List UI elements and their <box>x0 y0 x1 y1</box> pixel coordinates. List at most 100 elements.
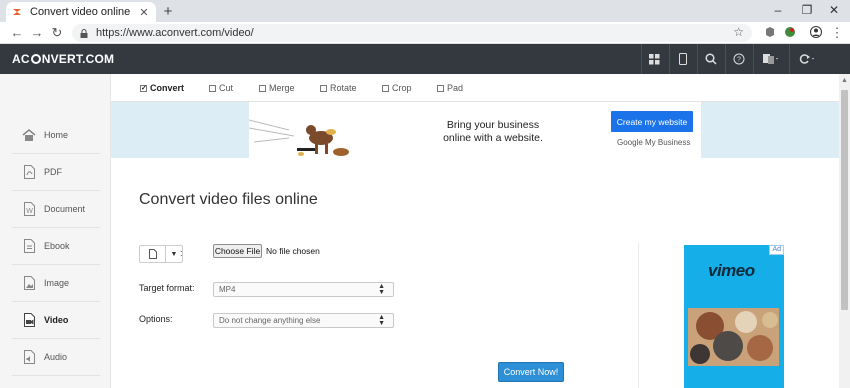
convert-now-button[interactable]: Convert Now! <box>498 362 564 382</box>
content-divider <box>638 243 639 388</box>
sidebar-item-label: Video <box>44 315 69 325</box>
checkbox-icon <box>259 84 266 92</box>
checkbox-checked-icon: ✓ <box>140 84 147 92</box>
ad-headline-line1: Bring your business <box>446 119 540 131</box>
page-title: Convert video files online <box>139 191 318 208</box>
refresh-icon <box>799 54 814 64</box>
vimeo-side-ad[interactable]: Ad vimeo <box>684 245 784 388</box>
tab-label: Convert <box>150 83 185 93</box>
browser-menu-icon[interactable]: ⋮ <box>830 25 844 41</box>
extension-green-icon[interactable] <box>784 26 796 38</box>
search-icon <box>704 53 717 65</box>
help-icon: ? <box>733 53 744 65</box>
browser-tab-strip: Convert video online ✕ + – ❐ ✕ <box>0 0 850 22</box>
sidebar-item-ebook[interactable]: Ebook <box>12 228 100 265</box>
category-sidebar: Home PDF W Document Ebook Image Video Au… <box>0 74 111 388</box>
forward-icon[interactable]: → <box>30 25 44 40</box>
choose-file-button[interactable]: Choose File <box>213 244 262 258</box>
url-text: https://www.aconvert.com/video/ <box>96 27 254 39</box>
site-logo[interactable]: AC NVERT.COM <box>12 52 114 66</box>
sidebar-item-label: Audio <box>44 352 68 362</box>
target-format-value: MP4 <box>219 285 236 294</box>
tab-merge[interactable]: Merge <box>259 83 295 93</box>
tool-tabs: ✓ Convert Cut Merge Rotate Crop Pad <box>111 74 839 102</box>
checkbox-icon <box>437 84 444 92</box>
file-status: No file chosen <box>266 246 320 256</box>
language-icon <box>762 54 778 64</box>
ad-choices-badge[interactable]: Ad <box>769 245 784 255</box>
sidebar-item-pdf[interactable]: PDF <box>12 154 100 191</box>
options-label: Options: <box>139 314 173 324</box>
sidebar-item-label: Image <box>44 278 70 288</box>
dog-illustration-icon <box>249 119 349 156</box>
tab-close-icon[interactable]: ✕ <box>138 6 150 19</box>
document-icon: W <box>22 202 36 217</box>
mobile-view-button[interactable] <box>669 44 695 74</box>
tab-crop[interactable]: Crop <box>382 83 412 93</box>
logo-ring-icon <box>30 54 41 64</box>
tab-cut[interactable]: Cut <box>209 83 233 93</box>
reload-icon[interactable]: ↻ <box>50 25 64 41</box>
site-header: AC NVERT.COM ? <box>0 44 850 74</box>
home-icon <box>22 128 36 143</box>
logo-prefix: AC <box>12 52 30 66</box>
scrollbar-thumb[interactable] <box>841 90 848 310</box>
target-format-select[interactable]: MP4 ▲ ▼ <box>213 282 394 297</box>
extension-icon[interactable] <box>764 26 776 38</box>
tab-label: Rotate <box>330 83 357 93</box>
new-tab-icon[interactable]: + <box>160 3 176 20</box>
tab-title: Convert video online <box>30 6 131 18</box>
sidebar-item-image[interactable]: Image <box>12 265 100 302</box>
file-colon: : <box>180 248 183 258</box>
sidebar-item-audio[interactable]: Audio <box>12 339 100 376</box>
search-button[interactable] <box>697 44 723 74</box>
browser-tab[interactable]: Convert video online ✕ <box>6 2 156 22</box>
bookmark-star-icon[interactable]: ☆ <box>733 25 744 39</box>
audio-icon <box>22 350 36 365</box>
restore-icon[interactable]: ❐ <box>799 3 815 17</box>
refresh-menu-button[interactable] <box>789 44 823 74</box>
sidebar-item-label: Ebook <box>44 241 70 251</box>
checkbox-icon <box>209 84 216 92</box>
ad-headline: Bring your business online with a websit… <box>433 119 553 145</box>
create-website-button[interactable]: Create my website <box>611 111 693 132</box>
tab-pad[interactable]: Pad <box>437 83 463 93</box>
sidebar-item-label: PDF <box>44 167 62 177</box>
tab-label: Cut <box>219 83 234 93</box>
sidebar-item-document[interactable]: W Document <box>12 191 100 228</box>
help-button[interactable]: ? <box>725 44 751 74</box>
sidebar-item-video[interactable]: Video <box>12 302 100 339</box>
svg-text:W: W <box>26 208 33 215</box>
ad-banner-band: Bring your business online with a websit… <box>111 102 839 158</box>
ad-headline-line2: online with a website. <box>443 132 543 144</box>
vimeo-logo: vimeo <box>708 261 755 280</box>
profile-icon[interactable] <box>810 26 822 38</box>
site-favicon-icon <box>13 9 21 15</box>
window-close-icon[interactable]: ✕ <box>826 3 842 17</box>
file-icon <box>140 246 166 262</box>
tab-rotate[interactable]: Rotate <box>320 83 357 93</box>
tab-label: Pad <box>447 83 464 93</box>
address-bar[interactable]: https://www.aconvert.com/video/ ☆ <box>72 24 752 42</box>
back-icon[interactable]: ← <box>10 25 24 40</box>
tab-label: Merge <box>269 83 295 93</box>
options-value: Do not change anything else <box>219 316 321 325</box>
google-ad[interactable]: Bring your business online with a websit… <box>249 102 701 158</box>
minimize-icon[interactable]: – <box>770 3 786 17</box>
tab-convert[interactable]: ✓ Convert <box>140 83 184 93</box>
target-format-label: Target format: <box>139 283 195 293</box>
grid-menu-button[interactable] <box>641 44 667 74</box>
svg-text:?: ? <box>737 57 741 64</box>
browser-toolbar: ← → ↻ https://www.aconvert.com/video/ ☆ … <box>0 22 850 44</box>
language-menu-button[interactable] <box>753 44 787 74</box>
scroll-up-icon[interactable]: ▲ <box>841 77 848 84</box>
video-icon <box>22 313 36 328</box>
options-select[interactable]: Do not change anything else ▲ ▼ <box>213 313 394 328</box>
file-source-dropdown[interactable]: ▼ <box>139 245 183 263</box>
sidebar-item-home[interactable]: Home <box>12 117 100 154</box>
page-scrollbar[interactable]: ▲ <box>839 74 850 388</box>
sidebar-item-label: Home <box>44 130 69 140</box>
grid-icon <box>649 53 660 64</box>
image-icon <box>22 276 36 291</box>
select-arrows-icon: ▲ ▼ <box>378 283 385 296</box>
